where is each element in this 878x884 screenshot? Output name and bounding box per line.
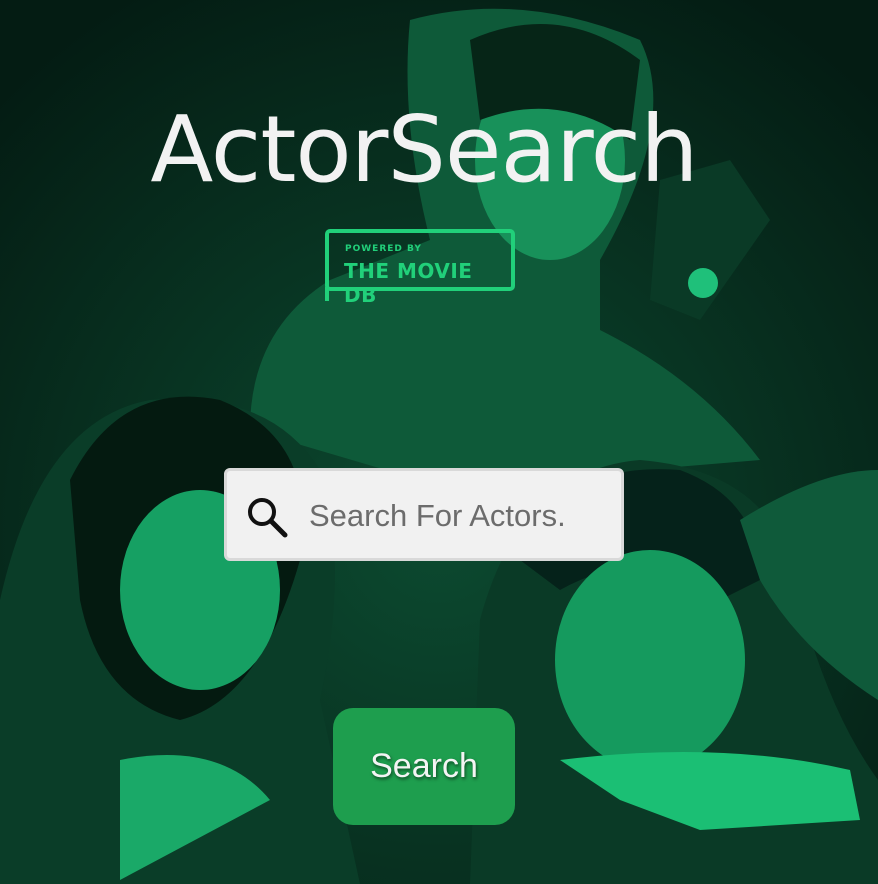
search-field[interactable] <box>224 468 624 561</box>
logo-tail <box>325 287 343 301</box>
search-icon <box>245 495 289 544</box>
powered-by-tmdb-logo: POWERED BY THE MOVIE DB <box>325 229 515 307</box>
logo-the-movie-db: THE MOVIE DB <box>344 259 473 307</box>
search-input[interactable] <box>307 493 611 539</box>
app-title: ActorSearch <box>150 96 698 203</box>
logo-powered-by: POWERED BY <box>345 244 422 254</box>
search-button[interactable]: Search <box>333 708 515 825</box>
